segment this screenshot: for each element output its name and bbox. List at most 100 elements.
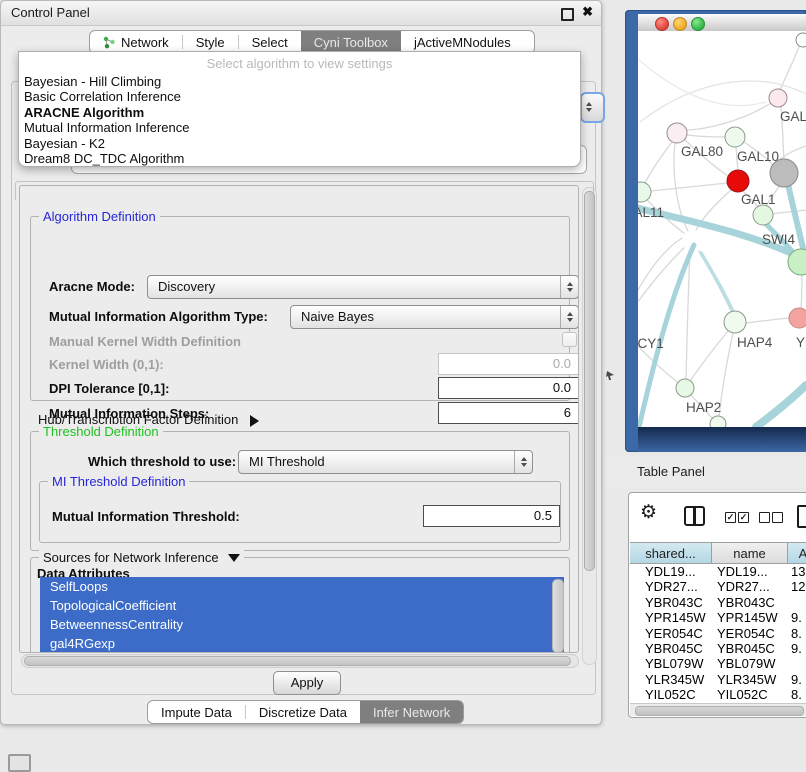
network-edge[interactable] bbox=[645, 142, 672, 183]
tab-style[interactable]: Style bbox=[183, 31, 238, 53]
tab-discretize-data[interactable]: Discretize Data bbox=[246, 701, 360, 723]
network-edge[interactable] bbox=[772, 210, 806, 214]
table-cell[interactable]: YER054C bbox=[711, 626, 786, 641]
deselect-all-checkbox-icon[interactable] bbox=[759, 512, 770, 523]
table-cell[interactable]: YDL19... bbox=[711, 564, 786, 579]
network-edge[interactable] bbox=[687, 135, 725, 137]
algorithm-option[interactable]: ARACNE Algorithm bbox=[24, 105, 575, 120]
column-layout-icon[interactable] bbox=[684, 506, 705, 526]
data-attribute-item[interactable]: TopologicalCoefficient bbox=[40, 596, 564, 615]
minimize-traffic-light-icon[interactable] bbox=[673, 17, 687, 31]
algorithm-option[interactable]: Mutual Information Inference bbox=[24, 120, 575, 135]
network-edge[interactable] bbox=[801, 273, 802, 308]
dpi-tolerance-input[interactable]: 0.0 bbox=[438, 377, 579, 399]
network-node[interactable] bbox=[727, 170, 749, 192]
table-cell[interactable]: 9. bbox=[786, 672, 806, 687]
table-row[interactable]: YDR27...YDR27...12 bbox=[630, 579, 806, 594]
scrollbar-thumb[interactable] bbox=[584, 191, 595, 571]
network-node-gal11[interactable] bbox=[638, 182, 651, 202]
table-cell[interactable]: YDR27... bbox=[630, 579, 711, 594]
table-row[interactable]: YDL19...YDL19...13 bbox=[630, 564, 806, 579]
algorithm-option[interactable]: Bayesian - K2 bbox=[24, 136, 575, 151]
table-cell[interactable] bbox=[786, 595, 806, 610]
tab-jactivemnodules[interactable]: jActiveMNodules bbox=[401, 31, 524, 53]
tab-impute-data[interactable]: Impute Data bbox=[148, 701, 245, 723]
tab-cyni-toolbox[interactable]: Cyni Toolbox bbox=[301, 31, 401, 53]
network-edge[interactable] bbox=[701, 253, 733, 312]
table-cell[interactable]: YLR345W bbox=[711, 672, 786, 687]
table-row[interactable]: YIL052CYIL052C8. bbox=[630, 687, 806, 702]
mi-algorithm-type-select[interactable]: Naive Bayes bbox=[290, 305, 579, 329]
network-edge[interactable] bbox=[780, 47, 799, 90]
data-attributes-list[interactable]: SelfLoopsTopologicalCoefficientBetweenne… bbox=[40, 577, 564, 653]
select-all-checkbox-icon[interactable]: ✓ bbox=[738, 512, 749, 523]
table-cell[interactable]: YLR345W bbox=[630, 672, 711, 687]
network-node[interactable] bbox=[710, 416, 726, 427]
minimized-panel-icon[interactable] bbox=[8, 754, 31, 772]
mi-threshold-input[interactable]: 0.5 bbox=[423, 505, 560, 527]
table-cell[interactable] bbox=[786, 656, 806, 671]
network-edge[interactable] bbox=[686, 252, 690, 379]
document-icon[interactable] bbox=[797, 505, 806, 528]
gear-icon[interactable]: ⚙ bbox=[640, 501, 657, 524]
network-node-hap2[interactable] bbox=[676, 379, 694, 397]
kernel-width-input[interactable]: 0.0 bbox=[438, 353, 579, 375]
attribute-list-scrollbar[interactable] bbox=[552, 579, 564, 653]
aracne-mode-select[interactable]: Discovery bbox=[147, 275, 579, 299]
select-all-checkbox-icon[interactable]: ✓ bbox=[725, 512, 736, 523]
table-cell[interactable]: YPR145W bbox=[630, 610, 711, 625]
scrollbar-thumb[interactable] bbox=[24, 656, 571, 666]
data-attribute-item[interactable]: gal4RGexp bbox=[40, 634, 564, 653]
control-panel-titlebar[interactable]: Control Panel ✖ bbox=[1, 1, 601, 26]
network-node-hap4[interactable] bbox=[724, 311, 746, 333]
table-row[interactable]: YER054CYER054C8. bbox=[630, 626, 806, 641]
tab-network[interactable]: Network bbox=[90, 31, 182, 53]
table-row[interactable]: YLR345WYLR345W9. bbox=[630, 672, 806, 687]
table-cell[interactable]: YBR043C bbox=[630, 595, 711, 610]
table-body[interactable]: YDL19...YDL19...13YDR27...YDR27...12YBR0… bbox=[630, 564, 806, 702]
column-header-partial[interactable]: A bbox=[788, 542, 806, 564]
network-window-titlebar[interactable] bbox=[638, 14, 806, 32]
table-cell[interactable]: 9. bbox=[786, 610, 806, 625]
manual-kernel-width-checkbox[interactable] bbox=[562, 332, 577, 347]
table-cell[interactable]: YBL079W bbox=[630, 656, 711, 671]
algorithm-combobox-stepper[interactable] bbox=[580, 92, 605, 123]
apply-button[interactable]: Apply bbox=[273, 671, 341, 695]
deselect-all-checkbox-icon[interactable] bbox=[772, 512, 783, 523]
network-node-y[interactable] bbox=[789, 308, 806, 328]
algorithm-option[interactable]: Dream8 DC_TDC Algorithm bbox=[24, 151, 575, 166]
table-cell[interactable]: 8. bbox=[786, 626, 806, 641]
network-edge[interactable] bbox=[651, 183, 727, 191]
table-cell[interactable]: YIL052C bbox=[711, 687, 786, 702]
close-icon[interactable]: ✖ bbox=[582, 4, 593, 20]
table-cell[interactable]: YBR045C bbox=[630, 641, 711, 656]
network-node-gal80[interactable] bbox=[667, 123, 687, 143]
table-row[interactable]: YBR045CYBR045C9. bbox=[630, 641, 806, 656]
data-attribute-item[interactable]: SelfLoops bbox=[40, 577, 564, 596]
table-row[interactable]: YBL079WYBL079W bbox=[630, 656, 806, 671]
table-cell[interactable]: YDL19... bbox=[630, 564, 711, 579]
table-cell[interactable]: YBL079W bbox=[711, 656, 786, 671]
network-node-gal10[interactable] bbox=[725, 127, 745, 147]
network-node-gal[interactable] bbox=[769, 89, 787, 107]
table-cell[interactable]: 9. bbox=[786, 641, 806, 656]
tab-infer-network[interactable]: Infer Network bbox=[360, 701, 463, 723]
network-edge[interactable] bbox=[639, 60, 766, 106]
table-horizontal-scrollbar[interactable] bbox=[630, 703, 806, 716]
network-edge[interactable] bbox=[638, 238, 682, 318]
column-header-name[interactable]: name bbox=[712, 542, 788, 564]
algorithm-option[interactable]: Basic Correlation Inference bbox=[24, 89, 575, 104]
algorithm-option[interactable]: Bayesian - Hill Climbing bbox=[24, 74, 575, 89]
which-threshold-select[interactable]: MI Threshold bbox=[238, 450, 533, 474]
table-cell[interactable]: YBR043C bbox=[711, 595, 786, 610]
network-node-gal1[interactable] bbox=[753, 205, 773, 225]
network-node[interactable] bbox=[770, 159, 798, 187]
table-cell[interactable]: YPR145W bbox=[711, 610, 786, 625]
table-row[interactable]: YBR043CYBR043C bbox=[630, 595, 806, 610]
settings-vertical-scrollbar[interactable] bbox=[582, 187, 597, 665]
table-cell[interactable]: YDR27... bbox=[711, 579, 786, 594]
mi-steps-input[interactable]: 6 bbox=[438, 402, 579, 424]
table-cell[interactable]: YER054C bbox=[630, 626, 711, 641]
network-edge[interactable] bbox=[746, 318, 789, 323]
table-row[interactable]: YPR145WYPR145W9. bbox=[630, 610, 806, 625]
